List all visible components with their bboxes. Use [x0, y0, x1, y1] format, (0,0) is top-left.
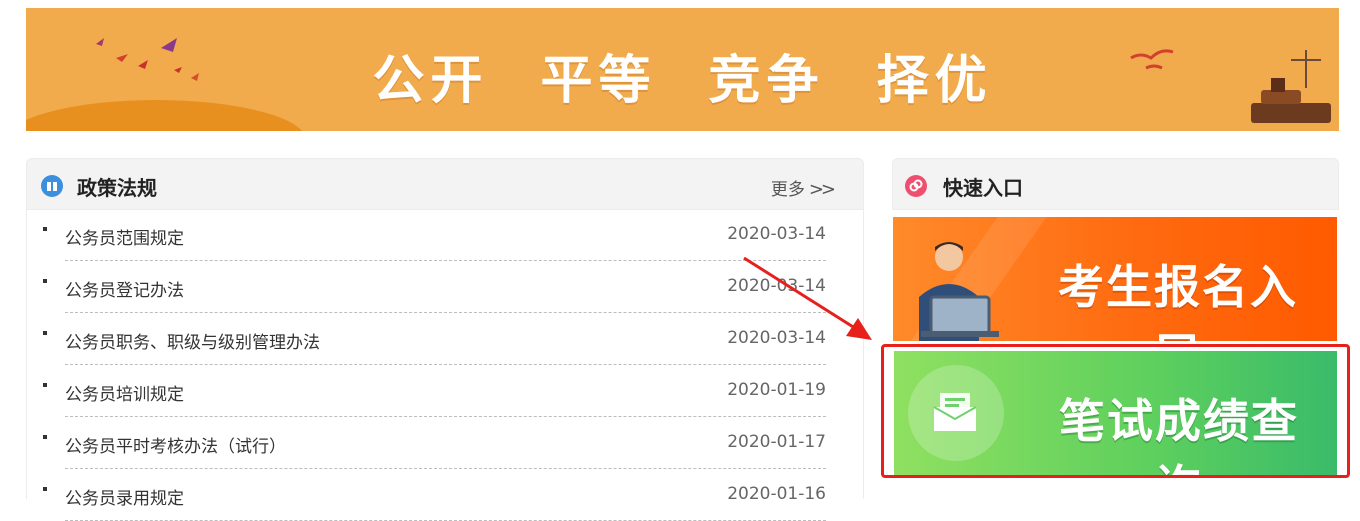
top-banner: 公开 平等 竞争 择优: [26, 8, 1339, 131]
birds-icon: [1130, 49, 1174, 70]
registration-entry-button[interactable]: 考生报名入口: [893, 217, 1337, 341]
list-item-date: 2020-03-14: [727, 276, 826, 296]
quick-panel-header: 快速入口: [892, 158, 1339, 210]
bullet-icon: [43, 487, 47, 491]
list-item-date: 2020-03-14: [727, 224, 826, 244]
list-item: 公务员登记办法 2020-03-14: [43, 261, 826, 313]
link-icon: [905, 175, 927, 197]
registration-entry-label: 考生报名入口: [1058, 260, 1298, 341]
double-chevron-right-icon: >>: [808, 179, 836, 200]
quick-panel-title: 快速入口: [943, 176, 1023, 200]
list-item-date: 2020-01-17: [727, 432, 826, 452]
policy-list: 公务员范围规定 2020-03-14 公务员登记办法 2020-03-14 公务…: [27, 209, 863, 521]
list-item-title[interactable]: 公务员登记办法: [65, 276, 184, 301]
bullet-icon: [43, 279, 47, 283]
list-item-date: 2020-01-16: [727, 484, 826, 504]
person-laptop-icon: [919, 242, 999, 341]
list-item: 公务员培训规定 2020-01-19: [43, 365, 826, 417]
list-item-title[interactable]: 公务员培训规定: [65, 380, 184, 405]
list-item-date: 2020-01-19: [727, 380, 826, 400]
list-item: 公务员录用规定 2020-01-16: [43, 469, 826, 521]
list-item-date: 2020-03-14: [727, 328, 826, 348]
policy-panel-header: 政策法规 更多 >>: [26, 158, 864, 210]
list-item-title[interactable]: 公务员录用规定: [65, 484, 184, 509]
list-item-title[interactable]: 公务员职务、职级与级别管理办法: [65, 328, 320, 353]
highlight-box: [881, 344, 1350, 478]
bullet-icon: [43, 383, 47, 387]
list-item: 公务员范围规定 2020-03-14: [43, 209, 826, 261]
list-item-title[interactable]: 公务员范围规定: [65, 224, 184, 249]
more-label: 更多: [770, 180, 805, 200]
book-icon: [41, 175, 63, 197]
list-item-title[interactable]: 公务员平时考核办法（试行）: [65, 432, 286, 457]
bullet-icon: [43, 331, 47, 335]
list-item: 公务员平时考核办法（试行） 2020-01-17: [43, 417, 826, 469]
policy-list-container: 公务员范围规定 2020-03-14 公务员登记办法 2020-03-14 公务…: [26, 209, 864, 521]
bullet-icon: [43, 435, 47, 439]
bullet-icon: [43, 227, 47, 231]
more-link[interactable]: 更多 >>: [770, 175, 836, 200]
gavel-scales-icon: [1251, 50, 1331, 123]
list-item: 公务员职务、职级与级别管理办法 2020-03-14: [43, 313, 826, 365]
policy-panel-title: 政策法规: [77, 176, 157, 200]
